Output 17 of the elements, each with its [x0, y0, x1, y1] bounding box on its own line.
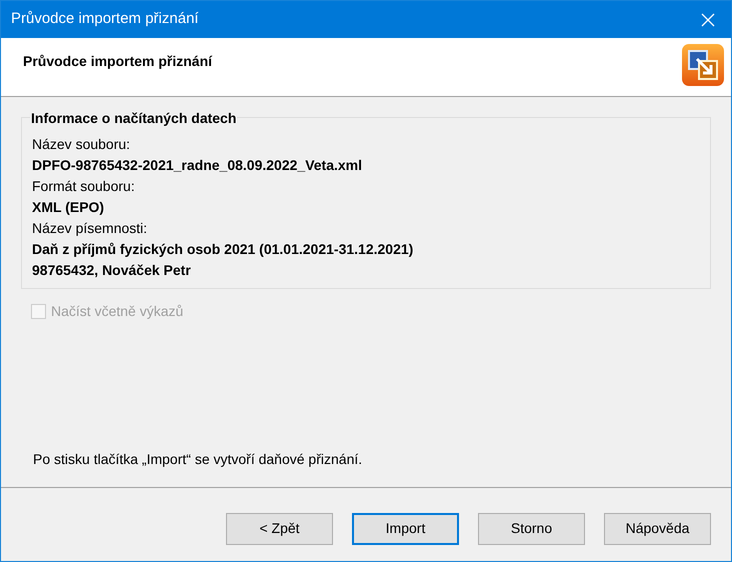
field-value: 98765432, Nováček Petr [32, 261, 192, 280]
hint-text: Po stisku tlačítka „Import“ se vytvoří daňové přiznání. [33, 450, 364, 469]
field-label: Název písemnosti: [32, 219, 148, 238]
dialog-button[interactable]: Storno [478, 512, 585, 544]
dialog-button[interactable]: Nápověda [604, 512, 711, 544]
dialog-button[interactable]: < Zpět [226, 512, 333, 544]
field-value: Daň z příjmů fyzických osob 2021 (01.01.2021-31.12.2021) [32, 240, 414, 259]
close-icon [701, 12, 715, 26]
dialog-button[interactable]: Import [352, 512, 459, 544]
field-label: Formát souboru: [32, 177, 136, 196]
field-value: XML (EPO) [32, 198, 106, 217]
checkbox-label: Načíst včetně výkazů [51, 302, 184, 321]
field-value: DPFO-98765432-2021_radne_08.09.2022_Veta.xml [32, 156, 364, 175]
import-logo-icon [681, 43, 725, 87]
window-title: Průvodce importem přiznání [11, 9, 199, 30]
field-label: Název souboru: [32, 135, 132, 154]
header-title: Průvodce importem přiznání [23, 52, 212, 71]
